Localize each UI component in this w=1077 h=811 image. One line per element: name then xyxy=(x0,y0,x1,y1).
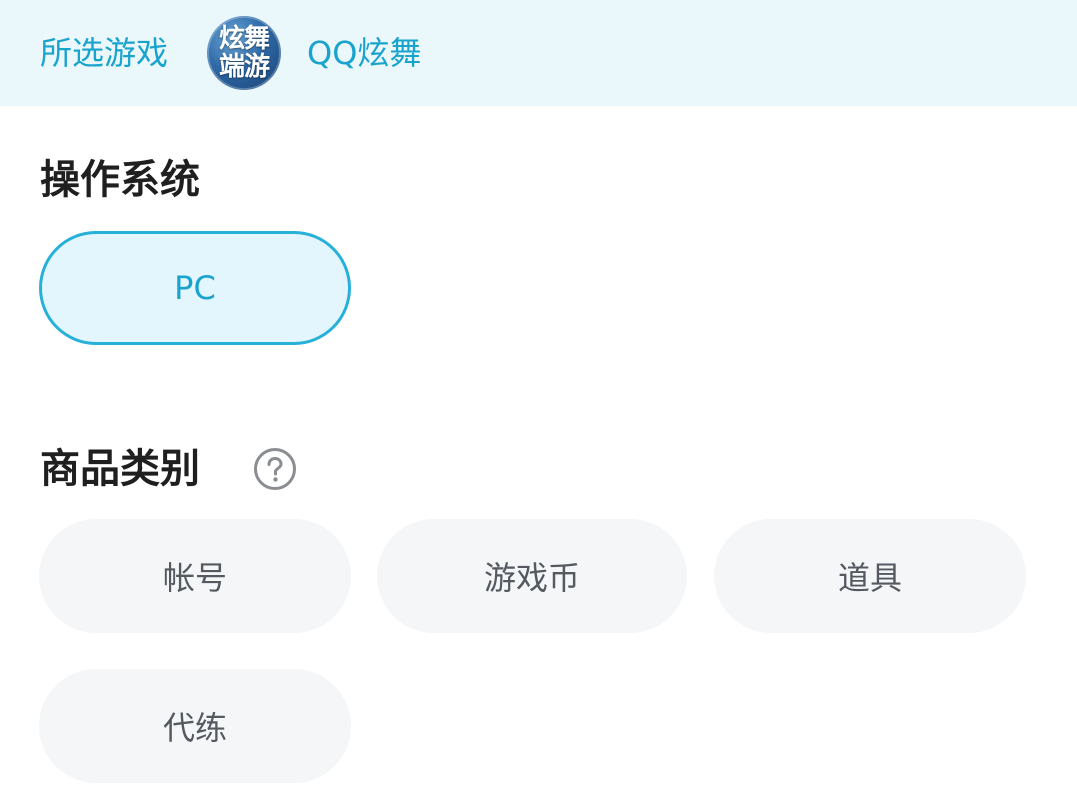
category-option-label: 游戏币 xyxy=(483,559,580,597)
category-section-title: 商品类别 xyxy=(40,446,200,492)
game-logo-icon[interactable]: 炫舞 端游 xyxy=(207,16,281,90)
game-logo-text-top: 炫舞 xyxy=(218,24,270,54)
os-option-pc[interactable]: PC xyxy=(39,231,351,345)
game-logo-text-bottom: 端游 xyxy=(218,52,270,82)
category-option-account[interactable]: 帐号 xyxy=(39,519,351,633)
selected-game-name[interactable]: QQ炫舞 xyxy=(307,32,421,74)
category-option-items[interactable]: 道具 xyxy=(714,519,1026,633)
question-circle-icon[interactable] xyxy=(253,447,297,491)
os-section-title: 操作系统 xyxy=(40,157,200,203)
category-option-game-currency[interactable]: 游戏币 xyxy=(377,519,687,633)
selected-game-label: 所选游戏 xyxy=(40,34,169,72)
category-option-boosting[interactable]: 代练 xyxy=(39,669,351,783)
category-option-label: 代练 xyxy=(162,709,227,747)
selected-game-header: 所选游戏 炫舞 端游 QQ炫舞 xyxy=(0,0,1077,106)
category-option-label: 帐号 xyxy=(162,559,227,597)
os-option-label: PC xyxy=(174,269,216,307)
filter-panel: 所选游戏 炫舞 端游 QQ炫舞 操作系统 PC 商品类别 帐号 游戏币 道具 代… xyxy=(0,0,1077,811)
category-option-label: 道具 xyxy=(837,559,902,597)
